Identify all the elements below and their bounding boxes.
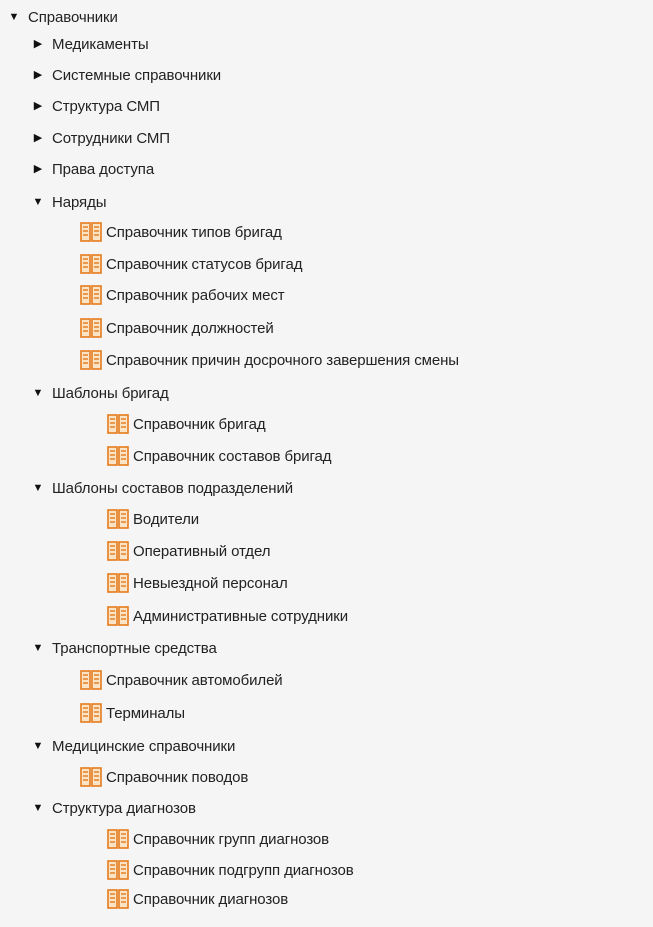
tree-node-label: Шаблоны бригад <box>52 384 169 402</box>
tree-node-справочник-диагнозов[interactable]: Справочник диагнозов <box>107 883 288 915</box>
tree-node-label: Структура диагнозов <box>52 799 196 817</box>
tree-node-медицинские-справочники[interactable]: ▼ Медицинские справочники <box>30 730 236 762</box>
caret-right-icon[interactable]: ▶ <box>30 100 46 112</box>
tree-node-label: Справочник причин досрочного завершения … <box>106 351 459 369</box>
tree-node-label: Справочники <box>28 8 118 26</box>
tree-node-справочник-автомобилей[interactable]: Справочник автомобилей <box>80 664 283 696</box>
tree-node-справочник-причин-досрочного-завершения-смены[interactable]: Справочник причин досрочного завершения … <box>80 344 459 376</box>
caret-down-icon[interactable]: ▼ <box>30 642 46 654</box>
reference-book-icon <box>107 573 131 593</box>
tree-node-label: Структура СМП <box>52 97 160 115</box>
reference-book-icon <box>107 829 131 849</box>
caret-right-icon[interactable]: ▶ <box>30 132 46 144</box>
tree-node-медикаменты[interactable]: ▶ Медикаменты <box>30 28 149 60</box>
tree-panel: ▼ Справочники ▶ Медикаменты ▶ Системные справ… <box>0 0 653 927</box>
tree-node-label: Справочник рабочих мест <box>106 286 285 304</box>
tree-node-label: Справочник автомобилей <box>106 671 283 689</box>
tree-node-справочник-поводов[interactable]: Справочник поводов <box>80 761 248 793</box>
tree-node-невыездной-персонал[interactable]: Невыездной персонал <box>107 567 288 599</box>
tree-node-справочник-составов-бригад[interactable]: Справочник составов бригад <box>107 440 332 472</box>
reference-book-icon <box>107 414 131 434</box>
tree-node-транспортные-средства[interactable]: ▼ Транспортные средства <box>30 632 217 664</box>
tree-node-справочник-статусов-бригад[interactable]: Справочник статусов бригад <box>80 248 302 280</box>
tree-node-административные-сотрудники[interactable]: Административные сотрудники <box>107 600 348 632</box>
caret-right-icon[interactable]: ▶ <box>30 163 46 175</box>
tree-node-шаблоны-составов-подразделений[interactable]: ▼ Шаблоны составов подразделений <box>30 472 294 504</box>
reference-book-icon <box>107 889 131 909</box>
tree-node-наряды[interactable]: ▼ Наряды <box>30 186 107 218</box>
tree-node-label: Справочник поводов <box>106 768 249 786</box>
caret-down-icon[interactable]: ▼ <box>30 387 46 399</box>
tree-node-label: Права доступа <box>52 160 155 178</box>
tree-node-label: Справочник статусов бригад <box>106 255 303 273</box>
tree-node-label: Наряды <box>52 193 107 211</box>
tree-node-справочник-рабочих-мест[interactable]: Справочник рабочих мест <box>80 279 285 311</box>
tree-node-label: Оперативный отдел <box>133 542 271 560</box>
tree-node-label: Административные сотрудники <box>133 607 349 625</box>
tree-node-label: Шаблоны составов подразделений <box>52 479 294 497</box>
tree-node-структура-смп[interactable]: ▶ Структура СМП <box>30 90 160 122</box>
tree-node-шаблоны-бригад[interactable]: ▼ Шаблоны бригад <box>30 377 169 409</box>
tree-node-label: Транспортные средства <box>52 639 217 657</box>
reference-book-icon <box>80 318 104 338</box>
tree-node-справочник-типов-бригад[interactable]: Справочник типов бригад <box>80 216 282 248</box>
tree-node-системные-справочники[interactable]: ▶ Системные справочники <box>30 59 221 91</box>
reference-book-icon <box>80 222 104 242</box>
tree-node-label: Справочник подгрупп диагнозов <box>133 861 354 879</box>
tree-node-справочник-подгрупп-диагнозов[interactable]: Справочник подгрупп диагнозов <box>107 854 354 886</box>
reference-book-icon <box>80 767 104 787</box>
caret-right-icon[interactable]: ▶ <box>30 69 46 81</box>
tree-node-label: Справочник типов бригад <box>106 223 282 241</box>
tree-node-label: Системные справочники <box>52 66 222 84</box>
reference-book-icon <box>80 703 104 723</box>
tree-node-label: Справочник диагнозов <box>133 890 289 908</box>
tree-node-терминалы[interactable]: Терминалы <box>80 697 185 729</box>
reference-book-icon <box>107 446 131 466</box>
tree-node-справочник-должностей[interactable]: Справочник должностей <box>80 312 274 344</box>
tree-node-label: Справочник составов бригад <box>133 447 332 465</box>
tree-node-водители[interactable]: Водители <box>107 503 199 535</box>
tree-node-label: Справочник групп диагнозов <box>133 830 330 848</box>
reference-book-icon <box>80 670 104 690</box>
reference-book-icon <box>80 254 104 274</box>
tree-node-сотрудники-смп[interactable]: ▶ Сотрудники СМП <box>30 122 170 154</box>
caret-right-icon[interactable]: ▶ <box>30 38 46 50</box>
reference-book-icon <box>107 860 131 880</box>
tree-node-label: Водители <box>133 510 200 528</box>
caret-down-icon[interactable]: ▼ <box>30 740 46 752</box>
tree-node-label: Справочник должностей <box>106 319 274 337</box>
tree-node-label: Невыездной персонал <box>133 574 288 592</box>
tree-node-label: Терминалы <box>106 704 185 722</box>
caret-down-icon[interactable]: ▼ <box>6 11 22 23</box>
reference-book-icon <box>107 509 131 529</box>
reference-book-icon <box>107 606 131 626</box>
tree-node-справочник-групп-диагнозов[interactable]: Справочник групп диагнозов <box>107 823 329 855</box>
caret-down-icon[interactable]: ▼ <box>30 196 46 208</box>
tree-node-label: Медицинские справочники <box>52 737 236 755</box>
reference-book-icon <box>80 285 104 305</box>
tree-node-label: Медикаменты <box>52 35 149 53</box>
tree-node-label: Сотрудники СМП <box>52 129 170 147</box>
caret-down-icon[interactable]: ▼ <box>30 802 46 814</box>
tree-node-оперативный-отдел[interactable]: Оперативный отдел <box>107 535 270 567</box>
reference-book-icon <box>107 541 131 561</box>
tree-node-справочник-бригад[interactable]: Справочник бригад <box>107 408 266 440</box>
tree-node-права-доступа[interactable]: ▶ Права доступа <box>30 153 154 185</box>
reference-book-icon <box>80 350 104 370</box>
tree-node-структура-диагнозов[interactable]: ▼ Структура диагнозов <box>30 792 196 824</box>
tree-node-label: Справочник бригад <box>133 415 266 433</box>
caret-down-icon[interactable]: ▼ <box>30 482 46 494</box>
